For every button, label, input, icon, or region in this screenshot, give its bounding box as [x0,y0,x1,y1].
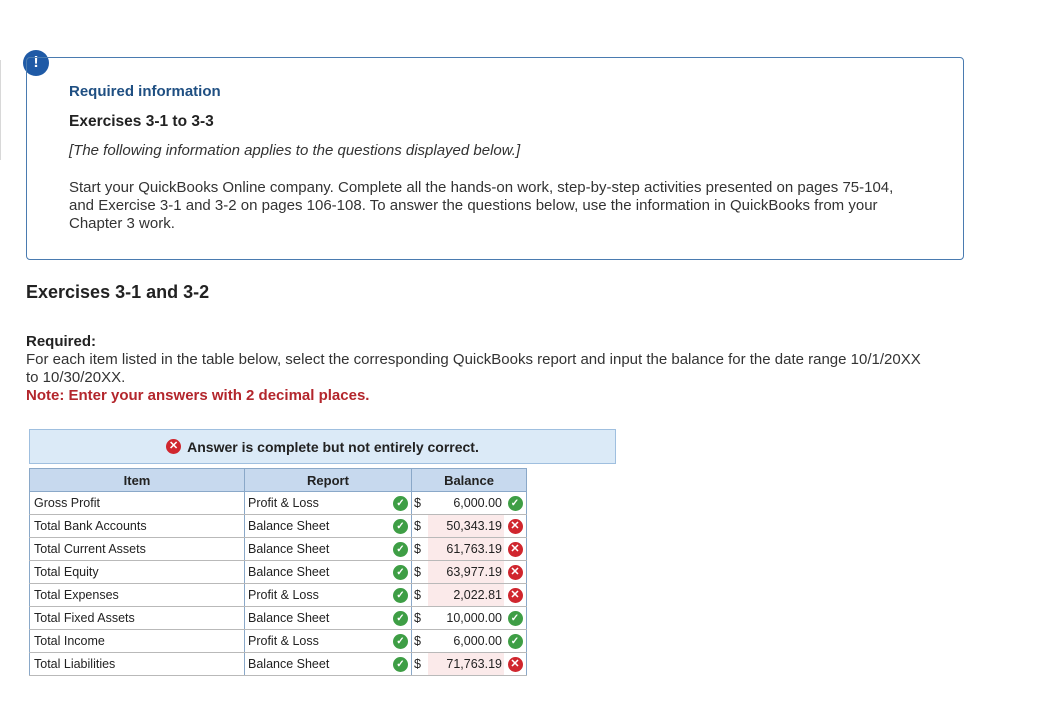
required-text: For each item listed in the table below,… [26,351,921,386]
table-header-row: Item Report Balance [29,468,527,492]
check-circle-icon: ✓ [393,496,408,512]
item-cell: Total Expenses [29,583,245,607]
report-mark-cell: ✓ [384,629,412,653]
balance-mark-cell: ✕ [504,652,527,676]
balance-input[interactable]: 71,763.19 [428,652,504,676]
check-circle-icon: ✓ [393,611,408,627]
check-circle-icon: ✓ [393,565,408,581]
balance-mark-cell: ✓ [504,629,527,653]
balance-input[interactable]: 2,022.81 [428,583,504,607]
section-heading: Exercises 3-1 and 3-2 [26,282,210,302]
table-row: Total Income Profit & Loss ✓ $6,000.00 ✓ [29,629,527,653]
currency-symbol: $ [411,583,428,607]
x-circle-icon: ✕ [507,565,523,580]
table-row: Total Equity Balance Sheet ✓ $63,977.19 ✕ [29,560,527,584]
table-row: Total Bank Accounts Balance Sheet ✓ $50,343… [29,514,527,538]
table-row: Gross Profit Profit & Loss ✓ $6,000.00 ✓ [29,491,527,515]
check-circle-icon: ✓ [393,519,408,535]
item-cell: Total Income [29,629,245,653]
required-information-box: Required information Exercises 3-1 to 3-… [26,57,964,260]
report-select[interactable]: Balance Sheet [244,514,384,538]
report-mark-cell: ✓ [384,652,412,676]
report-select[interactable]: Profit & Loss [244,583,384,607]
answer-status-text: Answer is complete but not entirely corr… [187,438,479,455]
table-row: Total Fixed Assets Balance Sheet ✓ $10,000.… [29,606,527,630]
check-circle-icon: ✓ [507,611,523,627]
report-mark-cell: ✓ [384,560,412,584]
balance-mark-cell: ✕ [504,583,527,607]
balance-mark-cell: ✕ [504,560,527,584]
balance-input[interactable]: 61,763.19 [428,537,504,561]
info-title: Required information [69,83,221,100]
x-circle-icon: ✕ [507,519,523,534]
item-cell: Total Bank Accounts [29,514,245,538]
header-item: Item [29,468,245,492]
report-mark-cell: ✓ [384,491,412,515]
x-circle-icon: ✕ [166,439,182,454]
report-select[interactable]: Balance Sheet [244,560,384,584]
answer-status-bar: ✕ Answer is complete but not entirely co… [29,429,616,464]
currency-symbol: $ [411,514,428,538]
item-cell: Gross Profit [29,491,245,515]
report-select[interactable]: Balance Sheet [244,537,384,561]
check-circle-icon: ✓ [507,496,523,512]
report-select[interactable]: Profit & Loss [244,491,384,515]
check-circle-icon: ✓ [393,588,408,604]
balance-mark-cell: ✓ [504,606,527,630]
item-cell: Total Current Assets [29,537,245,561]
report-mark-cell: ✓ [384,606,412,630]
table-row: Total Current Assets Balance Sheet ✓ $61,76… [29,537,527,561]
header-report: Report [244,468,412,492]
report-mark-cell: ✓ [384,583,412,607]
balance-mark-cell: ✓ [504,491,527,515]
balance-input[interactable]: 6,000.00 [428,629,504,653]
check-circle-icon: ✓ [393,634,408,650]
x-circle-icon: ✕ [507,542,523,557]
x-circle-icon: ✕ [507,588,523,603]
balance-input[interactable]: 63,977.19 [428,560,504,584]
report-mark-cell: ✓ [384,514,412,538]
answer-table: Item Report Balance Gross Profit Profit &… [29,468,527,676]
item-cell: Total Equity [29,560,245,584]
report-select[interactable]: Balance Sheet [244,652,384,676]
info-body: Start your QuickBooks Online company. Co… [69,179,894,232]
item-cell: Total Liabilities [29,652,245,676]
table-row: Total Liabilities Balance Sheet ✓ $71,763.1… [29,652,527,676]
x-circle-icon: ✕ [507,657,523,672]
currency-symbol: $ [411,606,428,630]
currency-symbol: $ [411,652,428,676]
info-subtitle: Exercises 3-1 to 3-3 [69,113,214,130]
check-circle-icon: ✓ [507,634,523,650]
currency-symbol: $ [411,629,428,653]
currency-symbol: $ [411,491,428,515]
balance-input[interactable]: 50,343.19 [428,514,504,538]
balance-input[interactable]: 6,000.00 [428,491,504,515]
table-row: Total Expenses Profit & Loss ✓ $2,022.81 ✕ [29,583,527,607]
report-select[interactable]: Balance Sheet [244,606,384,630]
item-cell: Total Fixed Assets [29,606,245,630]
required-label: Required: [26,333,97,350]
currency-symbol: $ [411,537,428,561]
balance-input[interactable]: 10,000.00 [428,606,504,630]
left-divider [0,60,1,160]
header-balance: Balance [411,468,527,492]
check-circle-icon: ✓ [393,657,408,673]
currency-symbol: $ [411,560,428,584]
check-circle-icon: ✓ [393,542,408,558]
balance-mark-cell: ✕ [504,537,527,561]
report-select[interactable]: Profit & Loss [244,629,384,653]
required-note: Note: Enter your answers with 2 decimal … [26,387,370,404]
balance-mark-cell: ✕ [504,514,527,538]
info-note: [The following information applies to th… [69,142,521,159]
report-mark-cell: ✓ [384,537,412,561]
